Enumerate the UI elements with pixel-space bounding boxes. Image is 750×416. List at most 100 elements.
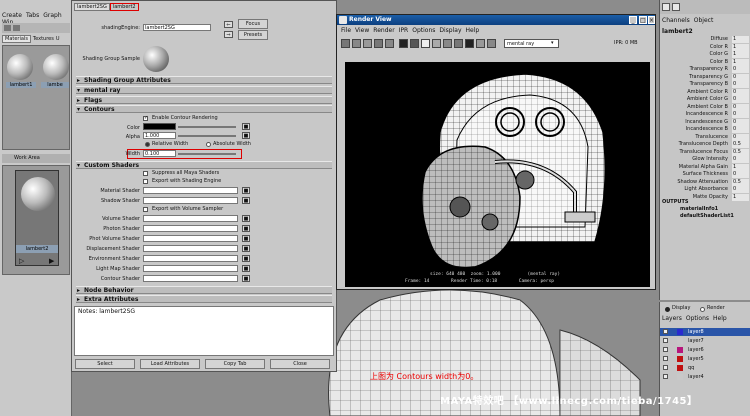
menu-graph[interactable]: Graph [43,12,61,19]
channel-value[interactable]: 0.5 [732,178,749,186]
displacement-map-icon[interactable]: ■ [242,245,250,252]
menu-help[interactable]: Help [713,315,727,322]
layer-editor-icon[interactable] [672,3,680,11]
channel-value[interactable]: 0 [732,126,749,133]
channel-value[interactable]: 0.5 [732,148,749,156]
environment-shader-field[interactable] [143,255,238,262]
tab-materials[interactable]: Materials [2,35,31,43]
real-size-icon[interactable] [421,39,430,48]
work-node-lambert2[interactable]: lambert2 ▷ ▶ [15,170,59,266]
channel-row[interactable]: Color B 1 [660,58,750,66]
render-frame-icon[interactable] [341,39,350,48]
channel-value[interactable]: 0 [732,171,749,178]
channel-row[interactable]: Translucence Focus 0.5 [660,148,750,156]
rv-menu-ipr[interactable]: IPR [399,27,409,34]
channel-value[interactable]: 0 [732,111,749,118]
goto-output-icon[interactable]: ⇒ [224,31,233,38]
channel-row[interactable]: Color G 1 [660,51,750,58]
contour-map-icon[interactable]: ■ [242,275,250,282]
goto-input-icon[interactable]: ⇐ [224,21,233,28]
channel-row[interactable]: Color R 1 [660,43,750,51]
menu-create[interactable]: Create [2,12,22,19]
rv-menu-view[interactable]: View [355,27,369,34]
render-radio[interactable] [700,307,705,312]
render-region-icon[interactable] [352,39,361,48]
layout-icon[interactable] [13,25,20,31]
minimize-icon[interactable]: _ [629,16,637,24]
absolute-width-radio[interactable] [206,142,211,147]
settings-icon[interactable] [487,39,496,48]
snapshot-icon[interactable] [363,39,372,48]
export-volume-checkbox[interactable] [143,207,148,212]
menu-object[interactable]: Object [694,17,714,24]
visibility-toggle-icon[interactable] [663,329,668,334]
alpha-field[interactable]: 1.000 [143,132,176,139]
material-shader-field[interactable] [143,187,238,194]
channel-row[interactable]: Incandescence R 0 [660,111,750,118]
channel-row[interactable]: Ambient Color R 0 [660,88,750,96]
menu-channels[interactable]: Channels [662,17,690,24]
channel-row[interactable]: Transparency G 0 [660,73,750,81]
channel-row[interactable]: Material Alpha Gain 1 [660,163,750,171]
ipr-render-icon[interactable] [374,39,383,48]
remove-image-icon[interactable] [443,39,452,48]
copy-tab-button[interactable]: Copy Tab [205,359,265,369]
output-default-shader-list[interactable]: defaultShaderList1 [680,213,734,219]
channel-value[interactable]: 0 [732,118,749,126]
channel-row[interactable]: Diffuse 1 [660,36,750,43]
map-button-icon[interactable]: ■ [242,123,250,130]
render-image-canvas[interactable]: size: 640 480 zoom: 1.000 (mental ray) F… [345,62,650,287]
export-engine-checkbox[interactable] [143,179,148,184]
channel-row[interactable]: Light Absorbance 0 [660,186,750,193]
light-map-icon[interactable]: ■ [242,265,250,272]
graph-icon[interactable] [4,25,11,31]
rgb-channel-icon[interactable] [399,39,408,48]
channel-row[interactable]: Shadow Attenuation 0.5 [660,178,750,186]
rv-menu-options[interactable]: Options [412,27,435,34]
work-area-tab[interactable]: Work Area [2,154,70,163]
layer-row[interactable]: layer5 [660,355,750,363]
channel-value[interactable]: 0 [732,88,749,96]
notes-field[interactable]: Notes: lambert2SG [74,306,334,356]
section-sg-attributes[interactable]: Shading Group Attributes [76,76,332,84]
rv-menu-render[interactable]: Render [373,27,394,34]
output-arrow-icon[interactable]: ▶ [49,257,54,265]
width-field[interactable]: 0.100 [143,150,176,157]
channel-row[interactable]: Transparency R 0 [660,66,750,73]
lambert2-swatch[interactable] [43,54,69,80]
layer-color-swatch[interactable] [677,338,683,344]
layer-row[interactable]: layer4 [660,373,750,381]
section-mental-ray[interactable]: mental ray [76,86,332,94]
channel-value[interactable]: 1 [732,51,749,58]
volume-shader-field[interactable] [143,215,238,222]
width-slider[interactable] [178,153,236,155]
channel-row[interactable]: Incandescence G 0 [660,118,750,126]
select-button[interactable]: Select [75,359,135,369]
exposure-icon[interactable] [465,39,474,48]
environment-map-icon[interactable]: ■ [242,255,250,262]
photon-volume-map-icon[interactable]: ■ [242,235,250,242]
chevron-down-icon[interactable]: ▾ [551,40,554,46]
close-icon[interactable]: × [648,16,655,24]
presets-button[interactable]: Presets [238,30,268,40]
enable-contour-checkbox[interactable]: ✓ [143,115,148,121]
channel-row[interactable]: Transparency B 0 [660,81,750,88]
lambert1-swatch[interactable] [7,54,33,80]
contour-color-swatch[interactable] [143,123,176,130]
alpha-map-icon[interactable]: ■ [242,132,250,139]
channel-value[interactable]: 1 [732,193,749,201]
channel-value[interactable]: 0.5 [732,141,749,148]
channel-row[interactable]: Incandescence B 0 [660,126,750,133]
channel-row[interactable]: Translucence 0 [660,133,750,141]
shadow-shader-field[interactable] [143,197,238,204]
shadow-map-icon[interactable]: ■ [242,197,250,204]
layer-color-swatch[interactable] [677,329,683,335]
volume-map-icon[interactable]: ■ [242,215,250,222]
photon-volume-field[interactable] [143,235,238,242]
light-map-shader-field[interactable] [143,265,238,272]
rv-menu-file[interactable]: File [341,27,351,34]
channel-value[interactable]: 1 [732,58,749,66]
photon-shader-field[interactable] [143,225,238,232]
output-material-info[interactable]: materialInfo1 [680,206,718,212]
channel-value[interactable]: 0 [732,103,749,111]
